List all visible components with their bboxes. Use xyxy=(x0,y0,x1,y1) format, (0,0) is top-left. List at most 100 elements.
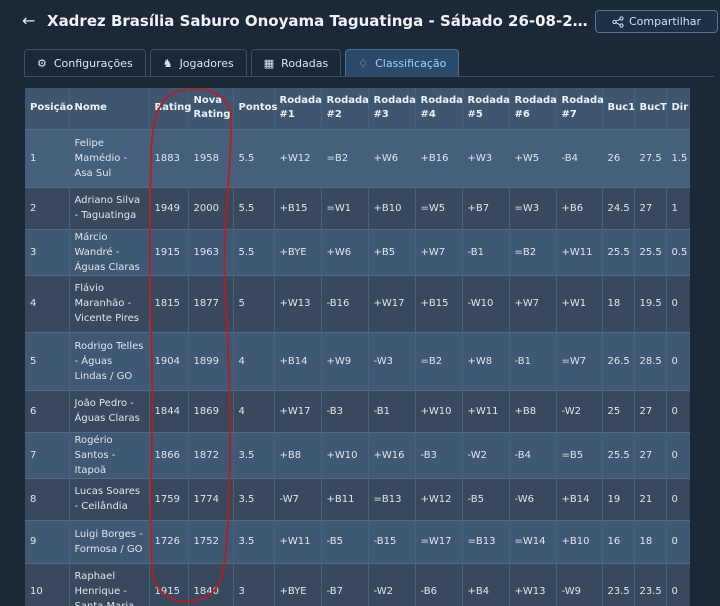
table-cell: +W11 xyxy=(556,228,603,275)
table-cell: +B14 xyxy=(274,331,322,390)
table-cell: 25.5 xyxy=(602,431,635,478)
table-cell: +W17 xyxy=(368,274,416,332)
table-cell: +W12 xyxy=(274,128,322,187)
table-cell: +W8 xyxy=(462,331,510,390)
tab-divider xyxy=(24,76,714,77)
column-header[interactable]: Dir xyxy=(666,88,690,129)
table-cell: =B2 xyxy=(415,331,463,390)
table-cell: +W16 xyxy=(368,431,416,478)
table-cell: -W2 xyxy=(556,389,603,432)
table-cell: +BYE xyxy=(274,562,322,606)
table-cell: +BYE xyxy=(274,228,322,275)
tab-rodadas[interactable]: ▦ Rodadas xyxy=(250,49,342,76)
table-cell: 6 xyxy=(25,389,70,432)
table-cell: +W3 xyxy=(462,128,510,187)
table-cell: +B4 xyxy=(462,562,510,606)
table-cell: +B6 xyxy=(556,186,603,229)
table-cell: 21 xyxy=(634,477,667,520)
table-cell: Flávio Maranhão - Vicente Pires xyxy=(69,274,150,332)
table-cell: +B16 xyxy=(415,128,463,187)
table-cell: 2 xyxy=(25,186,70,229)
table-cell: 0 xyxy=(666,389,690,432)
table-cell: =W1 xyxy=(321,186,369,229)
gear-icon: ⚙ xyxy=(37,56,47,70)
column-header[interactable]: Nova Rating xyxy=(188,88,234,129)
column-header[interactable]: Rodada #2 xyxy=(321,88,369,129)
table-cell: =W14 xyxy=(509,519,557,563)
table-cell: 1915 xyxy=(149,562,189,606)
table-cell: -W9 xyxy=(556,562,603,606)
table-cell: 24.5 xyxy=(602,186,635,229)
column-header[interactable]: Rodada #5 xyxy=(462,88,510,129)
table-cell: 3 xyxy=(233,562,275,606)
column-header[interactable]: Buc1 xyxy=(602,88,635,129)
table-cell: 5.5 xyxy=(233,128,275,187)
table-cell: Rogério Santos - Itapoã xyxy=(69,431,150,478)
table-cell: 1904 xyxy=(149,331,189,390)
table-cell: =B2 xyxy=(509,228,557,275)
column-header[interactable]: Rodada #1 xyxy=(274,88,322,129)
column-header[interactable]: Rating xyxy=(149,88,191,129)
table-cell: 8 xyxy=(25,477,70,520)
table-cell: 0 xyxy=(666,331,690,390)
table-cell: +W7 xyxy=(415,228,463,275)
table-cell: 1759 xyxy=(149,477,189,520)
table-cell: +W10 xyxy=(321,431,369,478)
tab-jogadores[interactable]: ♞ Jogadores xyxy=(149,49,247,76)
column-header[interactable]: Pontos xyxy=(233,88,277,129)
table-cell: 25.5 xyxy=(602,228,635,275)
tab-classificacao[interactable]: ♢ Classificação xyxy=(345,49,460,76)
column-header[interactable]: Rodada #7 xyxy=(556,88,604,129)
table-cell: 26 xyxy=(602,128,635,187)
table-cell: 27.5 xyxy=(634,128,667,187)
table-cell: 4 xyxy=(233,331,275,390)
table-cell: +W13 xyxy=(274,274,322,332)
table-cell: -W6 xyxy=(509,477,557,520)
table-cell: 0 xyxy=(666,562,690,606)
table-cell: =B13 xyxy=(368,477,416,520)
table-cell: =B13 xyxy=(462,519,510,563)
table-cell: +W6 xyxy=(321,228,369,275)
table-cell: 1915 xyxy=(149,228,189,275)
column-header[interactable]: Rodada #6 xyxy=(509,88,557,129)
table-cell: +W7 xyxy=(509,274,557,332)
tab-bar: ⚙ Configurações ♞ Jogadores ▦ Rodadas ♢ … xyxy=(24,49,460,76)
table-cell: =W5 xyxy=(415,186,463,229)
column-header[interactable]: Posição xyxy=(25,88,73,129)
table-row: 6 João Pedro - Águas Claras 1844 1869 4 +W17-… xyxy=(25,389,690,432)
column-header[interactable]: Nome xyxy=(69,88,150,129)
table-cell: -B1 xyxy=(462,228,510,275)
page-title: Xadrez Brasília Saburo Onoyama Taguating… xyxy=(47,12,589,30)
table-cell: 1774 xyxy=(188,477,234,520)
table-row: 8 Lucas Soares - Ceilândia 1759 1774 3.5 -W7 +… xyxy=(25,477,690,520)
table-cell: 3.5 xyxy=(233,477,275,520)
table-cell: 27 xyxy=(634,186,667,229)
column-header[interactable]: BucT xyxy=(634,88,667,129)
share-button[interactable]: Compartilhar xyxy=(595,10,718,33)
table-cell: +B10 xyxy=(556,519,603,563)
table-cell: -B4 xyxy=(556,128,603,187)
table-cell: 0 xyxy=(666,477,690,520)
column-header[interactable]: Rodada #4 xyxy=(415,88,463,129)
table-cell: 10 xyxy=(25,562,70,606)
table-cell: 27 xyxy=(634,389,667,432)
table-cell: 1.5 xyxy=(666,128,690,187)
standings-table-container[interactable]: Posição Nome Rating Nova Rating Pontos Rodada… xyxy=(25,88,690,606)
table-cell: +W11 xyxy=(462,389,510,432)
table-cell: 5.5 xyxy=(233,186,275,229)
table-row: 7 Rogério Santos - Itapoã 1866 1872 3.5 +B8 +W… xyxy=(25,431,690,478)
table-cell: +B11 xyxy=(321,477,369,520)
table-cell: Raphael Henrique - Santa Maria xyxy=(69,562,150,606)
table-cell: +W12 xyxy=(415,477,463,520)
table-cell: 25 xyxy=(602,389,635,432)
table-cell: -B7 xyxy=(321,562,369,606)
back-arrow-icon[interactable]: ← xyxy=(22,11,40,31)
tab-label: Jogadores xyxy=(179,56,234,70)
tab-configuracoes[interactable]: ⚙ Configurações xyxy=(24,49,146,76)
table-cell: 0 xyxy=(666,431,690,478)
column-header[interactable]: Rodada #3 xyxy=(368,88,416,129)
table-cell: 1869 xyxy=(188,389,234,432)
table-cell: 1958 xyxy=(188,128,234,187)
table-cell: +W5 xyxy=(509,128,557,187)
table-cell: 27 xyxy=(634,431,667,478)
